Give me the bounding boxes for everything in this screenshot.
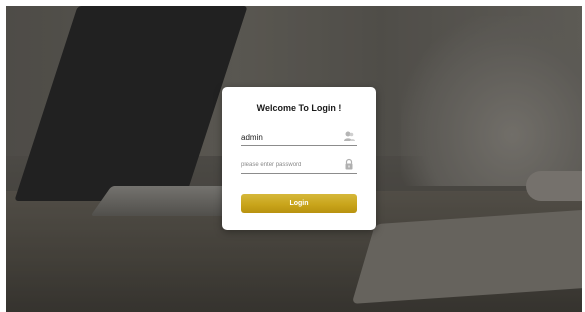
login-card: Welcome To Login ! Login bbox=[222, 87, 376, 230]
username-field bbox=[241, 129, 357, 146]
password-field bbox=[241, 157, 357, 174]
login-title: Welcome To Login ! bbox=[256, 103, 342, 113]
user-icon bbox=[344, 131, 355, 141]
lock-icon bbox=[345, 158, 353, 170]
password-input[interactable] bbox=[241, 159, 337, 171]
login-button[interactable]: Login bbox=[241, 194, 357, 213]
username-input[interactable] bbox=[241, 131, 337, 143]
